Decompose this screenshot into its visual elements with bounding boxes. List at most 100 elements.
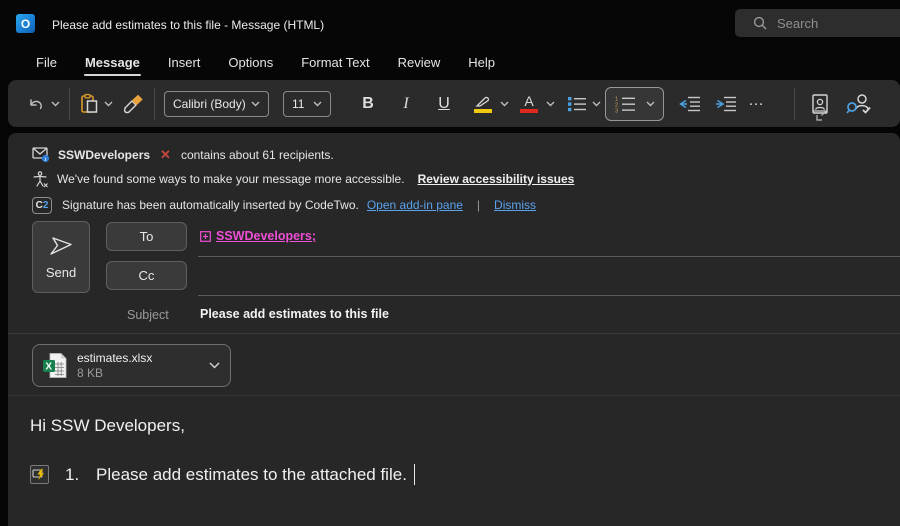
check-names-button[interactable] [846,87,872,121]
ribbon-separator [69,88,70,120]
paste-clipboard-icon [79,93,99,115]
link-separator: | [477,198,480,212]
expand-group-icon [200,231,211,242]
text-highlight-button[interactable] [471,87,509,121]
undo-icon [26,94,46,114]
send-label: Send [46,265,76,280]
cc-label: Cc [139,268,155,283]
decrease-indent-button[interactable] [678,87,702,121]
list-number: 1. [65,465,96,485]
italic-icon: I [393,95,419,113]
attachment-dropdown-chevron-icon[interactable] [209,362,220,369]
ribbon-separator [154,88,155,120]
subject-underline [8,333,900,334]
outlook-logo-icon: O [16,14,35,33]
mail-info-icon: i [32,147,50,163]
autocorrect-options-icon[interactable] [30,465,49,484]
recipient-group-name: SSWDevelopers [58,148,150,162]
more-options-button[interactable]: … [748,92,766,110]
text-highlight-icon [471,94,495,113]
to-field[interactable]: SSWDevelopers; [200,229,316,243]
bullets-button[interactable] [567,87,601,121]
attachment-filename: estimates.xlsx [77,351,209,366]
search-placeholder: Search [777,16,818,31]
to-recipient-group[interactable]: SSWDevelopers; [216,229,316,243]
undo-dropdown-chevron-icon[interactable] [51,101,60,107]
ribbon-tabs: File Message Insert Options Format Text … [0,45,900,80]
bold-icon: B [355,95,381,113]
to-button[interactable]: To [106,222,187,251]
font-color-button[interactable]: A [517,87,555,121]
font-size-select[interactable]: 11 [283,91,331,117]
search-input[interactable]: Search [735,9,900,37]
underline-button[interactable]: U [431,87,457,121]
recipients-count-text: contains about 61 recipients. [181,148,334,162]
open-addin-pane-link[interactable]: Open add-in pane [367,198,463,212]
increase-indent-button[interactable] [714,87,738,121]
italic-button[interactable]: I [393,87,419,121]
tab-review[interactable]: Review [384,47,455,79]
bullets-dropdown-chevron-icon[interactable] [592,101,601,107]
tab-options[interactable]: Options [214,47,287,79]
numbering-button-active[interactable]: 1 2 3 [605,87,664,121]
increase-indent-icon [715,96,737,112]
codetwo-icon: C2 [32,197,52,214]
numbered-list-icon: 1 2 3 [614,95,636,113]
font-name-value: Calibri (Body) [173,97,246,111]
subject-label: Subject [127,308,169,322]
accessibility-text: We've found some ways to make your messa… [57,172,405,186]
body-list-item: 1. Please add estimates to the attached … [30,464,415,485]
tab-help[interactable]: Help [454,47,509,79]
search-icon [753,16,767,30]
tab-insert[interactable]: Insert [154,47,215,79]
svg-text:3: 3 [615,108,618,113]
font-color-dropdown-chevron-icon[interactable] [546,101,555,107]
recipients-count-notice: i SSWDevelopers ✕ contains about 61 reci… [32,143,872,167]
cc-button[interactable]: Cc [106,261,187,290]
accessibility-notice: We've found some ways to make your messa… [32,167,872,191]
numbering-dropdown-chevron-icon[interactable] [646,101,655,107]
message-body[interactable]: Hi SSW Developers, 1. Please add estimat… [8,396,900,526]
undo-button[interactable] [26,87,60,121]
review-accessibility-link[interactable]: Review accessibility issues [418,172,575,186]
title-bar: O Please add estimates to this file - Me… [0,0,900,45]
check-names-icon [846,93,872,115]
ribbon-toolbar: Calibri (Body) 11 B I U [8,80,900,127]
highlight-dropdown-chevron-icon[interactable] [500,101,509,107]
send-button[interactable]: Send [32,221,90,293]
cc-field-underline [198,295,900,296]
paste-dropdown-chevron-icon[interactable] [104,101,113,107]
send-plane-icon [48,235,74,257]
dismiss-link[interactable]: Dismiss [494,198,536,212]
tab-file[interactable]: File [22,47,71,79]
tab-message[interactable]: Message [71,47,154,79]
info-bar: i SSWDevelopers ✕ contains about 61 reci… [32,143,872,217]
format-painter-icon [122,94,144,114]
text-cursor [414,464,416,485]
signature-text: Signature has been automatically inserte… [62,198,359,212]
excel-file-icon: X [42,352,68,379]
bullet-list-icon [567,96,587,112]
decrease-indent-icon [679,96,701,112]
to-label: To [140,229,154,244]
window-title: Please add estimates to this file - Mess… [52,18,324,32]
paste-button[interactable] [79,87,113,121]
list-text: Please add estimates to the attached fil… [96,465,407,485]
format-painter-button[interactable] [121,87,145,121]
remove-group-icon[interactable]: ✕ [160,147,171,163]
attachment-chip[interactable]: X estimates.xlsx 8 KB [32,344,231,387]
svg-text:X: X [45,362,52,373]
signature-notice: C2 Signature has been automatically inse… [32,193,872,217]
bold-button[interactable]: B [355,87,381,121]
compose-pane: i SSWDevelopers ✕ contains about 61 reci… [8,133,900,526]
attachment-meta: estimates.xlsx 8 KB [77,351,209,380]
attachment-size: 8 KB [77,366,209,380]
dialog-launcher-button[interactable] [816,110,827,121]
font-size-value: 11 [292,97,304,111]
subject-field[interactable]: Please add estimates to this file [200,307,389,321]
body-greeting: Hi SSW Developers, [30,416,185,436]
tab-format-text[interactable]: Format Text [287,47,383,79]
font-name-chevron-icon [251,101,260,107]
ribbon-separator [794,88,795,120]
font-name-select[interactable]: Calibri (Body) [164,91,269,117]
